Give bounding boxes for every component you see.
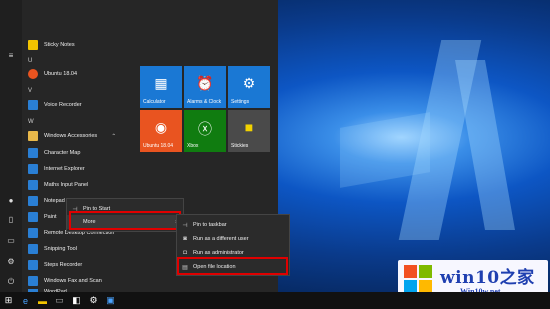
tile-label: Calculator xyxy=(143,99,166,105)
pin-icon: ⊣ xyxy=(182,222,188,229)
documents-icon[interactable]: ▯ xyxy=(5,214,17,226)
snipping-tool-icon xyxy=(28,244,38,254)
list-item[interactable]: Steps Recorder xyxy=(28,259,82,271)
calculator-icon: ▦ xyxy=(154,75,168,91)
list-item[interactable]: Notepad xyxy=(28,195,65,207)
microphone-icon xyxy=(28,100,38,110)
list-item[interactable]: Paint xyxy=(28,211,57,223)
file-explorer-icon[interactable]: ▬ xyxy=(34,292,51,309)
highlight-box-more xyxy=(69,211,181,230)
app-label: Snipping Tool xyxy=(44,246,77,252)
run-as-different-user-item[interactable]: ◙ Run as a different user xyxy=(177,232,289,246)
store-icon[interactable]: ▣ xyxy=(102,292,119,309)
tile-settings[interactable]: ⚙ Settings xyxy=(228,66,270,108)
windows-logo-icon xyxy=(404,265,432,293)
highlight-box-open-file-location xyxy=(177,257,288,275)
pictures-icon[interactable]: ▭ xyxy=(5,235,17,247)
start-menu-rail: ≡ ● ▯ ▭ ⚙ ⏻ xyxy=(0,0,22,292)
maths-input-icon xyxy=(28,180,38,190)
gear-icon: ⚙ xyxy=(242,75,256,91)
settings-icon[interactable]: ⚙ xyxy=(85,292,102,309)
app-label: Internet Explorer xyxy=(44,166,85,172)
sticky-notes-icon xyxy=(28,40,38,50)
pin-to-taskbar-item[interactable]: ⊣ Pin to taskbar xyxy=(177,218,289,232)
steps-recorder-icon xyxy=(28,260,38,270)
edge-icon[interactable]: e xyxy=(17,292,34,309)
paint-icon xyxy=(28,212,38,222)
app-label: Windows Accessories xyxy=(44,133,98,139)
sticky-note-icon: ■ xyxy=(244,119,254,135)
terminal-icon[interactable]: ▭ xyxy=(51,292,68,309)
remote-desktop-icon xyxy=(28,228,38,238)
app-label: Paint xyxy=(44,214,57,220)
list-item[interactable]: Snipping Tool xyxy=(28,243,77,255)
app-label: Sticky Notes xyxy=(44,42,75,48)
app-list: Sticky Notes U Ubuntu 18.04 V Voice Reco… xyxy=(22,0,134,295)
shield-icon: ◘ xyxy=(183,250,187,256)
character-map-icon xyxy=(28,148,38,158)
app-label: Maths Input Panel xyxy=(44,182,89,188)
list-item[interactable]: Character Map xyxy=(28,147,80,159)
list-item[interactable]: Voice Recorder xyxy=(28,99,82,111)
list-item[interactable]: Sticky Notes xyxy=(28,39,75,51)
tile-alarms[interactable]: ⏰ Alarms & Clock xyxy=(184,66,226,108)
list-item[interactable]: Ubuntu 18.04 xyxy=(28,68,77,80)
ubuntu-icon xyxy=(28,69,38,79)
tile-ubuntu[interactable]: ◉ Ubuntu 18.04 xyxy=(140,110,182,152)
menu-item-label: Pin to taskbar xyxy=(193,222,227,228)
tile-label: Settings xyxy=(231,99,250,105)
app-label: Ubuntu 18.04 xyxy=(44,71,78,77)
tile-stickies[interactable]: ■ Stickies xyxy=(228,110,270,152)
app-label: Character Map xyxy=(44,150,81,156)
tile-label: Alarms & Clock xyxy=(187,99,222,105)
hamburger-icon[interactable]: ≡ xyxy=(5,50,17,62)
ubuntu-icon: ◉ xyxy=(154,119,168,135)
xbox-icon: ⓧ xyxy=(198,121,212,137)
section-letter[interactable]: U xyxy=(28,58,32,64)
app-label: Notepad xyxy=(44,198,65,204)
light-beam xyxy=(455,60,515,230)
menu-item-label: Run as a different user xyxy=(193,236,249,242)
internet-explorer-icon xyxy=(28,164,38,174)
power-icon[interactable]: ⏻ xyxy=(5,276,17,288)
section-letter[interactable]: V xyxy=(28,88,32,94)
list-item[interactable]: Maths Input Panel xyxy=(28,179,88,191)
app-label: Voice Recorder xyxy=(44,102,82,108)
tile-calculator[interactable]: ▦ Calculator xyxy=(140,66,182,108)
chevron-up-icon: ⌃ xyxy=(111,133,117,140)
tile-label: Stickies xyxy=(231,143,249,149)
app-label: Steps Recorder xyxy=(44,262,83,268)
folder-icon xyxy=(28,131,38,141)
tile-label: Xbox xyxy=(187,143,199,149)
taskbar: ⊞ e ▬ ▭ ◧ ⚙ ▣ xyxy=(0,292,550,309)
watermark-title: win10之家 xyxy=(440,268,535,288)
tile-label: Ubuntu 18.04 xyxy=(143,143,174,149)
settings-icon[interactable]: ⚙ xyxy=(5,256,17,268)
list-item[interactable]: Internet Explorer xyxy=(28,163,85,175)
menu-item-label: Run as administrator xyxy=(193,250,244,256)
fax-icon xyxy=(28,276,38,286)
windows-start-icon[interactable]: ⊞ xyxy=(0,292,17,309)
list-item[interactable]: Windows Accessories ⌃ xyxy=(28,130,116,142)
user-avatar-icon[interactable]: ● xyxy=(5,195,17,207)
tile-xbox[interactable]: ⓧ Xbox xyxy=(184,110,226,152)
user-icon: ◙ xyxy=(183,236,187,242)
list-item[interactable]: Windows Fax and Scan xyxy=(28,275,102,287)
section-letter[interactable]: W xyxy=(28,119,34,125)
app-label: Windows Fax and Scan xyxy=(44,278,102,284)
notepad-icon xyxy=(28,196,38,206)
alarm-clock-icon: ⏰ xyxy=(196,75,214,91)
photos-icon[interactable]: ◧ xyxy=(68,292,85,309)
